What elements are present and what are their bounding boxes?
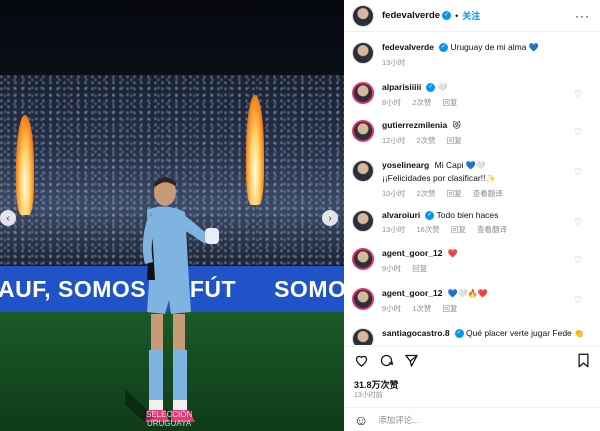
verified-icon: ✓	[454, 329, 464, 339]
avatar[interactable]	[352, 328, 374, 345]
flame-right	[246, 95, 264, 205]
comment-time: 12小时	[382, 136, 406, 145]
comment-icon[interactable]	[379, 353, 394, 368]
reply-button[interactable]: 回复	[443, 98, 458, 107]
comment-item: santiagocastro.8 ✓ Qué placer verte jugar…	[352, 327, 592, 345]
comment-time: 9小时	[382, 264, 402, 273]
post-header: fedevalverde ✓ • 关注 ···	[344, 0, 600, 32]
post-time: 13小时前	[354, 392, 383, 399]
comment-item: agent_goor_12 💙🤍🔥❤️ 9小时 1次赞 回复 ♡	[352, 287, 592, 315]
share-icon[interactable]	[404, 353, 419, 368]
comment-like-icon[interactable]: ♡	[574, 217, 582, 228]
comment-like-icon[interactable]: ♡	[574, 295, 582, 306]
comment-likes[interactable]: 2次赞	[416, 189, 435, 198]
reply-button[interactable]: 回复	[447, 136, 462, 145]
avatar[interactable]	[352, 210, 374, 232]
more-options-icon[interactable]: ···	[575, 9, 590, 23]
avatar[interactable]	[352, 120, 374, 142]
comment-text: Todo bien haces	[436, 210, 499, 220]
comment-emoji: 👏	[574, 329, 585, 338]
comment-time: 13小时	[382, 225, 406, 234]
verified-icon: ✓	[425, 211, 435, 221]
goalkeeper-figure	[125, 177, 219, 422]
comment-emoji: 💙🤍	[465, 161, 486, 170]
comment-username[interactable]: gutierrezmilenia	[382, 120, 447, 130]
avatar[interactable]	[352, 42, 374, 64]
comment-item: gutierrezmilenia 😻 12小时 2次赞 回复 ♡	[352, 119, 592, 147]
comment-likes[interactable]: 1次赞	[412, 304, 431, 313]
reply-button[interactable]: 回复	[447, 189, 462, 198]
reply-button[interactable]: 回复	[443, 304, 458, 313]
instagram-post: AUF, SOMOS EL FÚT SOMOS AUF, SOM	[0, 0, 600, 431]
verified-icon: ✓	[426, 83, 436, 93]
comment-text: Qué placer verte jugar Fede	[465, 328, 572, 338]
caption-text: Uruguay de mi alma	[450, 42, 527, 52]
header-username[interactable]: fedevalverde	[382, 10, 440, 21]
comment-input[interactable]: 添加评论...	[378, 414, 419, 426]
post-photo[interactable]: AUF, SOMOS EL FÚT SOMOS AUF, SOM	[0, 0, 344, 431]
separator-dot: •	[455, 10, 459, 21]
comment-likes[interactable]: 2次赞	[416, 136, 435, 145]
avatar[interactable]	[352, 82, 374, 104]
heart-icon[interactable]	[354, 353, 369, 368]
comment-emoji-2: ✨	[485, 174, 496, 183]
banner-text-right: SOMOS AUF, SOM	[274, 275, 344, 302]
follow-button[interactable]: 关注	[462, 9, 480, 22]
comment-username[interactable]: agent_goor_12	[382, 248, 442, 258]
comment-username[interactable]: alparisiiiii	[382, 82, 421, 92]
comment-username[interactable]: santiagocastro.8	[382, 328, 450, 338]
comment-like-icon[interactable]: ♡	[574, 167, 582, 178]
caption-emoji: 💙	[528, 43, 539, 52]
reply-button[interactable]: 回复	[412, 264, 427, 273]
caption-time: 13小时	[382, 58, 406, 67]
comment-emoji: 🤍	[437, 83, 448, 92]
next-photo-button[interactable]: ›	[322, 210, 338, 226]
action-icons	[354, 353, 419, 368]
comment-item: yoselinearg Mi Capi 💙🤍 ¡¡Felicidades por…	[352, 159, 592, 200]
avatar[interactable]	[352, 288, 374, 310]
add-comment-bar: ☺ 添加评论...	[344, 407, 600, 431]
comment-time: 8小时	[382, 98, 402, 107]
comment-item: alparisiiiii ✓ 🤍 8小时 2次赞 回复 ♡	[352, 81, 592, 109]
emoji-icon[interactable]: ☺	[354, 412, 368, 428]
avatar[interactable]	[352, 160, 374, 182]
comment-like-icon[interactable]: ♡	[574, 255, 582, 266]
watermark: SELECCIÓN URUGUAYA	[146, 410, 193, 428]
bookmark-icon[interactable]	[577, 353, 590, 368]
prev-photo-button[interactable]: ‹	[0, 210, 16, 226]
comment-time: 9小时	[382, 304, 402, 313]
see-translation-button[interactable]: 查看翻译	[477, 225, 507, 234]
flame-left	[16, 115, 34, 215]
comment-likes[interactable]: 16次赞	[416, 225, 439, 234]
comment-username[interactable]: alvaroiuri	[382, 210, 420, 220]
comment-username[interactable]: agent_goor_12	[382, 288, 442, 298]
verified-icon: ✓	[438, 43, 448, 53]
comment-emoji: 😻	[452, 121, 461, 130]
see-translation-button[interactable]: 查看翻译	[473, 189, 503, 198]
comment-item: agent_goor_12 ❤️ 9小时 回复 ♡	[352, 247, 592, 275]
verified-icon: ✓	[442, 11, 452, 20]
comments-list[interactable]: fedevalverde ✓ Uruguay de mi alma 💙 13小时 …	[344, 33, 600, 345]
caption: fedevalverde ✓ Uruguay de mi alma 💙 13小时	[352, 41, 592, 69]
comment-text-line2: ¡¡Felicidades por clasificar!!	[382, 173, 486, 183]
comment-item: alvaroiuri ✓ Todo bien haces 13小时 16次赞 回复…	[352, 209, 592, 236]
post-actions: 31.8万次赞 13小时前 ☺ 添加评论...	[344, 346, 600, 431]
post-side-panel: fedevalverde ✓ • 关注 ··· fedevalverde ✓ Ur…	[344, 0, 600, 431]
comment-emoji: ❤️	[447, 249, 458, 258]
comment-like-icon[interactable]: ♡	[574, 127, 582, 138]
comment-username[interactable]: yoselinearg	[382, 160, 429, 170]
comment-time: 10小时	[382, 189, 406, 198]
avatar[interactable]	[352, 248, 374, 270]
comment-emoji: 💙🤍🔥❤️	[447, 289, 488, 298]
comment-text: Mi Capi	[434, 160, 464, 170]
comment-likes[interactable]: 2次赞	[412, 98, 431, 107]
reply-button[interactable]: 回复	[451, 225, 466, 234]
avatar[interactable]	[352, 4, 374, 27]
comment-like-icon[interactable]: ♡	[574, 89, 582, 100]
caption-username[interactable]: fedevalverde	[382, 42, 434, 52]
